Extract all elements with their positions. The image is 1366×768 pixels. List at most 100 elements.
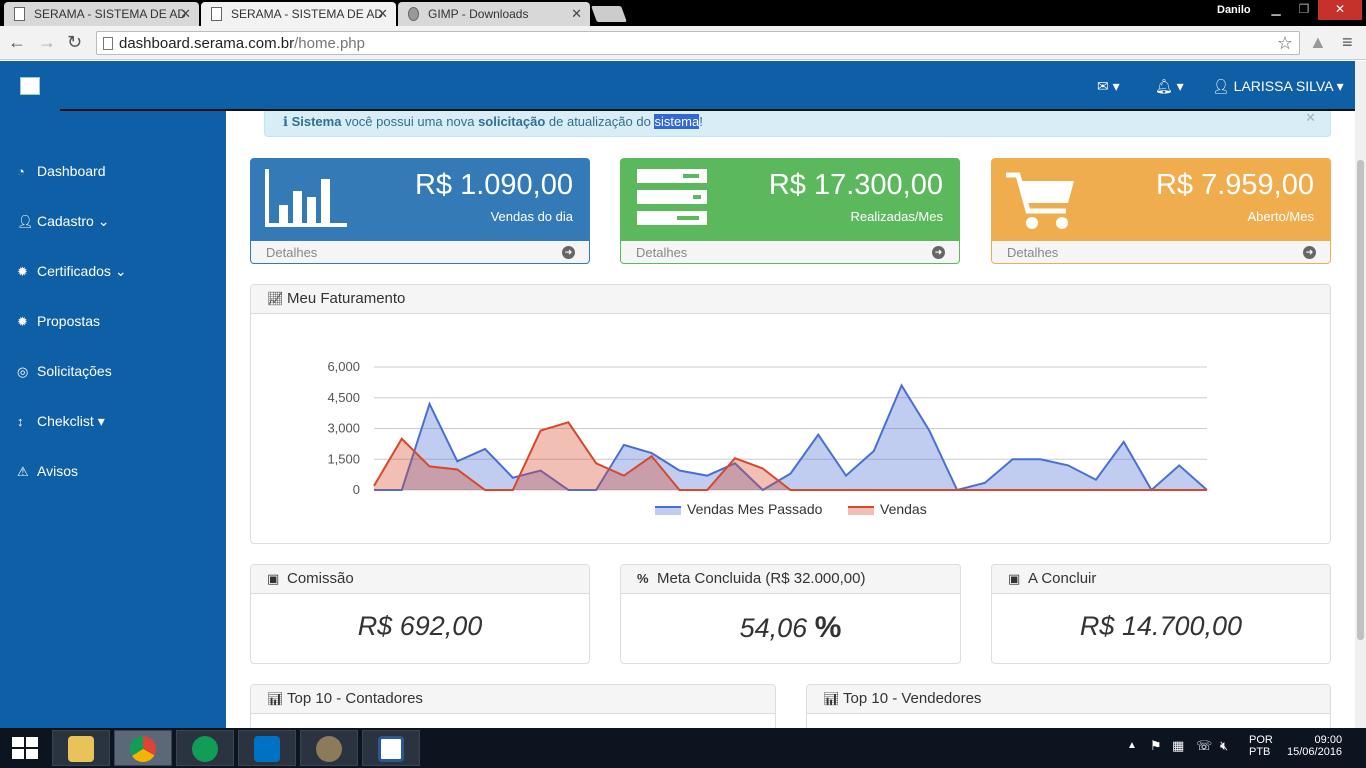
sidebar-item-propostas[interactable]: ✹ Propostas <box>17 313 100 330</box>
dashboard-icon: ◔ <box>17 164 25 179</box>
line-chart-icon: 📈︎ <box>267 291 284 306</box>
browser-tab-2[interactable]: SERAMA - SISTEMA DE AD ✕ <box>201 2 396 26</box>
money-icon: ▣ <box>267 571 280 586</box>
stat-value: 54,06 <box>739 613 808 643</box>
menu-icon[interactable]: ≡ <box>1342 32 1353 53</box>
sidebar-item-certificados[interactable]: ✹ Certificados ⌄ <box>17 263 127 280</box>
y-tick-label: 4,500 <box>327 390 360 405</box>
window-close-icon[interactable]: ✕ <box>1318 0 1362 20</box>
card-vendas-dia: R$ 1.090,00 Vendas do dia Detalhes ➜ <box>250 158 590 264</box>
tab-title: GIMP - Downloads <box>428 7 529 21</box>
taskbar-chrome[interactable] <box>114 730 172 766</box>
alert-text: de atualização do <box>548 114 651 129</box>
tray-volume-icon[interactable]: 🔇︎ <box>1220 738 1228 754</box>
sidebar-item-label: Avisos <box>37 463 78 479</box>
alert-close-icon[interactable]: ✕ <box>1305 111 1316 126</box>
user-plus-icon: 👤︎ <box>17 214 34 229</box>
reload-icon[interactable]: ↻ <box>67 32 82 53</box>
sidebar-item-cadastro[interactable]: 👤︎ Cadastro ⌄ <box>17 213 109 230</box>
close-icon[interactable]: ✕ <box>180 6 191 22</box>
page-icon <box>103 37 113 50</box>
tray-flag-icon[interactable]: ⚑ <box>1150 738 1162 754</box>
bookmark-star-icon[interactable]: ☆ <box>1277 33 1293 54</box>
taskbar-explorer[interactable] <box>52 730 110 766</box>
sidebar-item-label: Solicitações <box>37 363 112 379</box>
alert-banner: ℹ Sistema você possui uma nova solicitaç… <box>264 111 1331 137</box>
chrome-icon <box>130 736 156 762</box>
bar-chart-icon: 📊︎ <box>823 691 840 706</box>
language-indicator[interactable]: POR PTB <box>1249 734 1273 758</box>
sidebar-item-avisos[interactable]: ⚠ Avisos <box>17 463 78 480</box>
stat-value-wrap: 54,06 % <box>621 611 960 645</box>
taskbar-gimp[interactable] <box>300 730 358 766</box>
gimp-icon <box>408 7 419 21</box>
url-path: /home.php <box>294 35 365 52</box>
percent-unit: % <box>814 611 842 644</box>
main-content: ℹ Sistema você possui uma nova solicitaç… <box>226 111 1355 728</box>
details-link[interactable]: Detalhes ➜ <box>251 241 589 263</box>
outlook-icon <box>254 736 280 762</box>
extension-icon[interactable]: ▲ <box>1309 32 1327 53</box>
details-link[interactable]: Detalhes ➜ <box>621 241 959 263</box>
user-icon: 👤︎ <box>1212 78 1230 94</box>
close-icon[interactable]: ✕ <box>571 6 582 22</box>
sidebar-item-solicitacoes[interactable]: ◎ Solicitações <box>17 363 112 380</box>
legend-swatch <box>655 507 681 515</box>
chart-panel: 📈︎ Meu Faturamento 0 1,500 3,000 4,500 6,000 V… <box>250 284 1331 544</box>
shopping-cart-icon <box>1006 172 1074 229</box>
top10-contadores-panel: 📊︎ Top 10 - Contadores <box>250 684 776 728</box>
panel-heading: 📈︎ Meu Faturamento <box>251 285 1330 314</box>
back-icon[interactable]: ← <box>8 32 26 53</box>
document-icon <box>378 736 404 762</box>
card-label: Vendas do dia <box>490 209 573 224</box>
top10-vendedores-panel: 📊︎ Top 10 - Vendedores <box>806 684 1331 728</box>
system-clock[interactable]: 09:00 15/06/2016 <box>1287 734 1342 758</box>
windows-taskbar: ▲ ⚑ ▦ ☏ 🔇︎ POR PTB 09:00 15/06/2016 <box>0 728 1366 768</box>
tray-network-icon[interactable]: ▦ <box>1172 738 1184 754</box>
close-icon[interactable]: ✕ <box>377 6 388 22</box>
sidebar-item-label: Dashboard <box>37 163 106 179</box>
money-icon: ▣ <box>1008 571 1021 586</box>
url-input[interactable]: dashboard.serama.com.br/home.php ☆ <box>96 31 1300 55</box>
y-tick-label: 6,000 <box>327 359 360 374</box>
messages-dropdown[interactable]: ✉ ▾ <box>1097 78 1120 95</box>
minimize-icon[interactable]: ▁ <box>1262 0 1290 20</box>
sidebar-item-checklist[interactable]: ↕ Chekclist ▾ <box>17 413 105 430</box>
tray-wifi-icon[interactable]: ☏ <box>1196 738 1212 754</box>
sidebar: ◔ Dashboard 👤︎ Cadastro ⌄ ✹ Certificados ⌄ … <box>0 111 226 728</box>
forward-icon[interactable]: → <box>38 32 56 53</box>
caret-down-icon: ▾ <box>97 413 105 429</box>
new-tab-button[interactable] <box>591 6 627 22</box>
browser-tabstrip: SERAMA - SISTEMA DE AD ✕ SERAMA - SISTEM… <box>0 0 1366 26</box>
panel-title: Meta Concluida (R$ 32.000,00) <box>657 570 866 587</box>
hangouts-icon <box>192 736 218 762</box>
notifications-dropdown[interactable]: 🔔︎ ▾ <box>1155 78 1184 95</box>
y-tick-label: 1,500 <box>327 451 360 466</box>
scrollbar-thumb[interactable] <box>1357 160 1364 640</box>
tray-expand-icon[interactable]: ▲ <box>1127 740 1137 751</box>
taskbar-hangouts[interactable] <box>176 730 234 766</box>
warning-icon: ⚠ <box>17 464 29 479</box>
stat-a-concluir: ▣ A Concluir R$ 14.700,00 <box>991 564 1331 664</box>
user-dropdown[interactable]: 👤︎ LARISSA SILVA ▾ <box>1212 78 1344 95</box>
browser-tab-3[interactable]: GIMP - Downloads ✕ <box>398 2 590 26</box>
address-toolbar: ← → ↻ dashboard.serama.com.br/home.php ☆… <box>0 26 1366 60</box>
tab-title: SERAMA - SISTEMA DE AD <box>34 7 187 21</box>
arrow-circle-right-icon: ➜ <box>1303 246 1316 259</box>
profile-name[interactable]: Danilo <box>1217 4 1251 16</box>
card-label: Aberto/Mes <box>1247 209 1314 224</box>
alert-prefix: Sistema <box>291 114 342 129</box>
taskbar-outlook[interactable] <box>238 730 296 766</box>
page-icon <box>211 7 222 21</box>
browser-tab-1[interactable]: SERAMA - SISTEMA DE AD ✕ <box>4 2 199 26</box>
windows-start-icon[interactable] <box>12 737 38 759</box>
sidebar-item-dashboard[interactable]: ◔ Dashboard <box>17 163 106 179</box>
alert-link[interactable]: sistema <box>654 114 700 129</box>
maximize-icon[interactable]: ❐ <box>1290 0 1318 20</box>
chevron-down-icon: ⌄ <box>114 263 127 279</box>
info-icon: ℹ <box>283 114 288 129</box>
logo-image[interactable] <box>20 77 40 95</box>
details-link[interactable]: Detalhes ➜ <box>992 241 1330 263</box>
folder-icon <box>68 736 94 762</box>
taskbar-document[interactable] <box>362 730 420 766</box>
